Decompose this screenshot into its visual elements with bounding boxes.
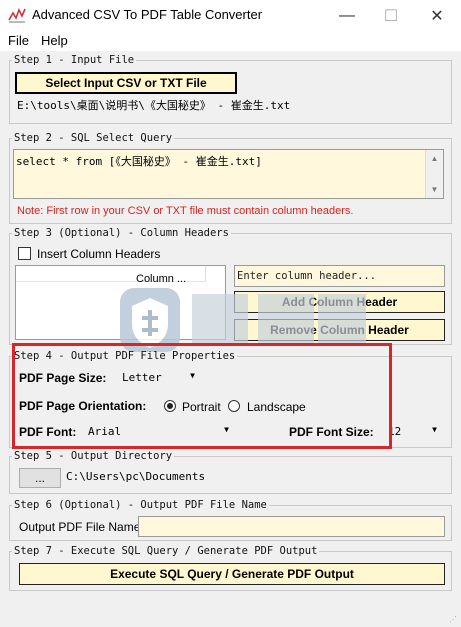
scroll-down-icon[interactable]: ▼ bbox=[426, 181, 443, 198]
maximize-button[interactable]: ☐ bbox=[368, 0, 414, 31]
step6-legend: Step 6 (Optional) - Output PDF File Name bbox=[14, 499, 267, 511]
output-file-name-input[interactable] bbox=[138, 516, 445, 537]
column-header-placeholder: Enter column header... bbox=[237, 270, 377, 282]
chevron-down-icon: ▼ bbox=[432, 425, 437, 434]
step7-legend: Step 7 - Execute SQL Query / Generate PD… bbox=[14, 545, 318, 557]
query-scrollbar[interactable]: ▲ ▼ bbox=[425, 150, 443, 198]
step2-legend: Step 2 - SQL Select Query bbox=[14, 132, 173, 144]
font-size-select[interactable]: 12 ▼ bbox=[384, 423, 440, 441]
scroll-up-icon[interactable]: ▲ bbox=[426, 150, 443, 167]
window-title: Advanced CSV To PDF Table Converter bbox=[32, 7, 263, 22]
menu-file[interactable]: File bbox=[8, 33, 29, 48]
highlight-box bbox=[12, 343, 392, 449]
menu-bar bbox=[0, 31, 461, 51]
input-file-path: E:\tools\桌面\说明书\《大国秘史》 - 崔金生.txt bbox=[17, 99, 291, 112]
close-button[interactable]: ✕ bbox=[414, 0, 460, 31]
browse-directory-button[interactable]: ... bbox=[19, 468, 61, 488]
output-directory-path: C:\Users\pc\Documents bbox=[66, 470, 206, 483]
resize-grip-icon[interactable]: ⋰ bbox=[449, 615, 459, 625]
step1-legend: Step 1 - Input File bbox=[14, 54, 135, 66]
step3-legend: Step 3 (Optional) - Column Headers bbox=[14, 227, 229, 239]
app-logo-icon bbox=[8, 8, 26, 23]
sql-query-text: select * from [《大国秘史》 - 崔金生.txt] bbox=[16, 155, 262, 168]
column-header-note: Note: First row in your CSV or TXT file … bbox=[17, 205, 354, 217]
minimize-button[interactable]: — bbox=[324, 0, 370, 31]
sql-query-textarea[interactable]: select * from [《大国秘史》 - 崔金生.txt] ▲ ▼ bbox=[13, 149, 444, 199]
output-file-name-label: Output PDF File Name: bbox=[19, 520, 144, 534]
execute-generate-pdf-button[interactable]: Execute SQL Query / Generate PDF Output bbox=[19, 563, 445, 585]
step5-legend: Step 5 - Output Directory bbox=[14, 450, 173, 462]
select-input-file-button[interactable]: Select Input CSV or TXT File bbox=[15, 72, 237, 94]
insert-column-headers-label: Insert Column Headers bbox=[37, 247, 161, 261]
insert-column-headers-checkbox[interactable] bbox=[18, 247, 31, 260]
menu-help[interactable]: Help bbox=[41, 33, 68, 48]
